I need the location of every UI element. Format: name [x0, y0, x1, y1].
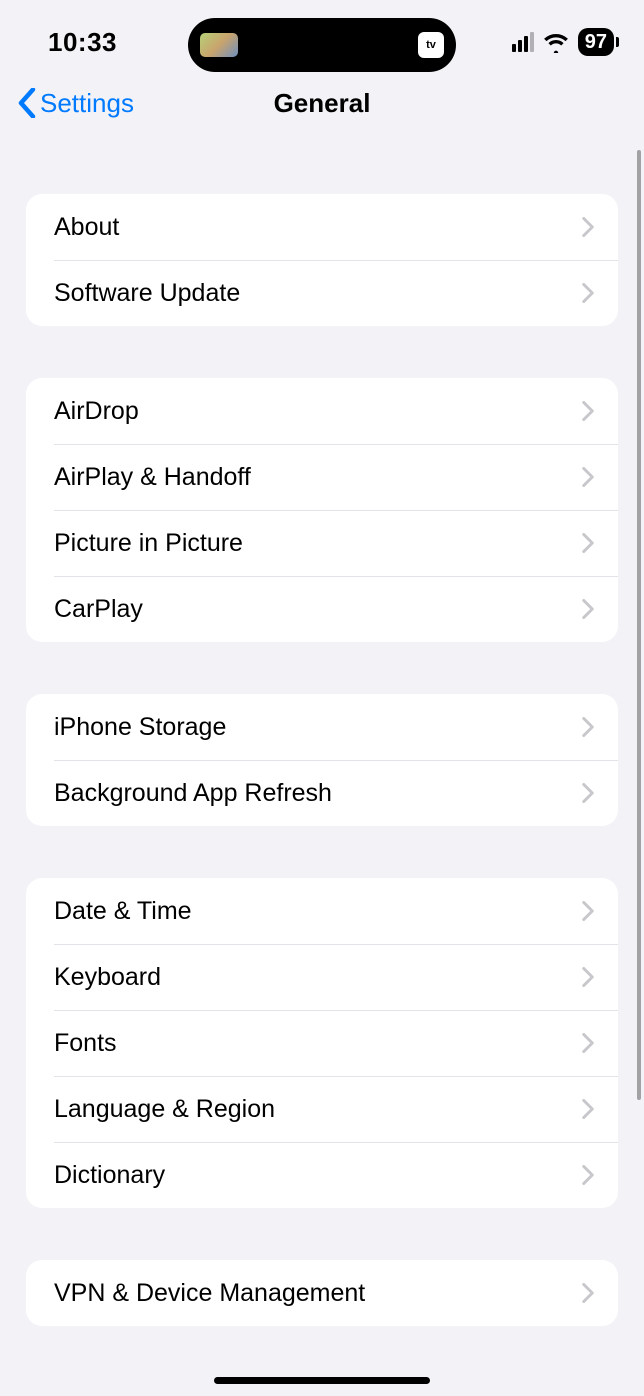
row-keyboard[interactable]: Keyboard [26, 944, 618, 1010]
row-label: iPhone Storage [54, 713, 226, 742]
row-label: AirDrop [54, 397, 139, 426]
row-software-update[interactable]: Software Update [26, 260, 618, 326]
row-fonts[interactable]: Fonts [26, 1010, 618, 1076]
settings-group: About Software Update [26, 194, 618, 326]
chevron-right-icon [582, 1033, 594, 1053]
row-label: Software Update [54, 279, 240, 308]
row-label: Keyboard [54, 963, 161, 992]
dynamic-island[interactable]: tv [188, 18, 456, 72]
chevron-right-icon [582, 901, 594, 921]
row-label: About [54, 213, 119, 242]
row-dictionary[interactable]: Dictionary [26, 1142, 618, 1208]
row-about[interactable]: About [26, 194, 618, 260]
scroll-indicator[interactable] [637, 150, 641, 1100]
status-time: 10:33 [48, 27, 117, 58]
row-picture-in-picture[interactable]: Picture in Picture [26, 510, 618, 576]
settings-group: AirDrop AirPlay & Handoff Picture in Pic… [26, 378, 618, 642]
chevron-right-icon [582, 217, 594, 237]
row-label: VPN & Device Management [54, 1279, 365, 1308]
row-label: Background App Refresh [54, 779, 332, 808]
chevron-right-icon [582, 717, 594, 737]
row-label: CarPlay [54, 595, 143, 624]
row-language-region[interactable]: Language & Region [26, 1076, 618, 1142]
battery-indicator: 97 [578, 28, 614, 56]
chevron-right-icon [582, 401, 594, 421]
row-background-app-refresh[interactable]: Background App Refresh [26, 760, 618, 826]
chevron-right-icon [582, 967, 594, 987]
row-carplay[interactable]: CarPlay [26, 576, 618, 642]
chevron-right-icon [582, 1165, 594, 1185]
chevron-right-icon [582, 599, 594, 619]
page-title: General [274, 88, 371, 119]
row-label: Picture in Picture [54, 529, 243, 558]
back-button[interactable]: Settings [18, 88, 134, 119]
status-bar: 10:33 tv 97 [0, 0, 644, 66]
row-airdrop[interactable]: AirDrop [26, 378, 618, 444]
chevron-right-icon [582, 783, 594, 803]
apple-tv-icon: tv [418, 32, 444, 58]
chevron-right-icon [582, 533, 594, 553]
home-indicator[interactable] [214, 1377, 430, 1384]
row-label: Fonts [54, 1029, 117, 1058]
content-scroll-area[interactable]: About Software Update AirDrop AirPlay & … [0, 140, 644, 1326]
row-label: AirPlay & Handoff [54, 463, 251, 492]
row-label: Language & Region [54, 1095, 275, 1124]
chevron-right-icon [582, 1099, 594, 1119]
status-right: 97 [512, 28, 614, 56]
chevron-right-icon [582, 467, 594, 487]
row-iphone-storage[interactable]: iPhone Storage [26, 694, 618, 760]
row-airplay-handoff[interactable]: AirPlay & Handoff [26, 444, 618, 510]
chevron-right-icon [582, 1283, 594, 1303]
back-label: Settings [40, 88, 134, 119]
chevron-right-icon [582, 283, 594, 303]
navigation-bar: Settings General [0, 66, 644, 140]
wifi-icon [543, 31, 569, 53]
row-label: Dictionary [54, 1161, 165, 1190]
settings-group: Date & Time Keyboard Fonts Language & Re… [26, 878, 618, 1208]
row-date-time[interactable]: Date & Time [26, 878, 618, 944]
chevron-left-icon [18, 88, 36, 118]
settings-group: iPhone Storage Background App Refresh [26, 694, 618, 826]
row-vpn-device-management[interactable]: VPN & Device Management [26, 1260, 618, 1326]
row-label: Date & Time [54, 897, 192, 926]
now-playing-thumbnail [200, 33, 238, 57]
cellular-signal-icon [512, 32, 534, 52]
settings-group: VPN & Device Management [26, 1260, 618, 1326]
